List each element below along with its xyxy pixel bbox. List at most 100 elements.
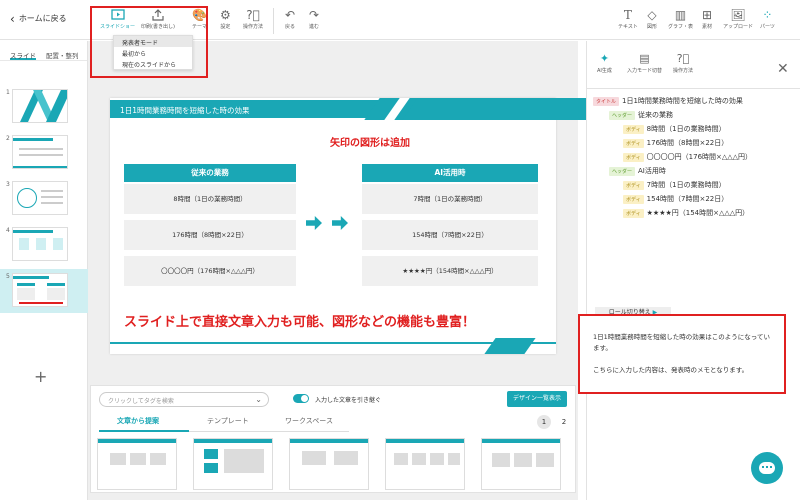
notes-line-2: こちらに入力した内容は、発表時のメモとなります。 (593, 366, 749, 374)
slide-thumb-3[interactable]: 3 (0, 181, 88, 221)
outline-item[interactable]: ボディ 〇〇〇〇円（176時間×△△△円） (623, 151, 752, 163)
shapes-tool-button[interactable]: ◇ 図形 (647, 9, 657, 30)
slide-number: 5 (6, 273, 10, 280)
gear-icon: ⚙ (220, 8, 231, 22)
tag-header: ヘッダー (609, 110, 636, 120)
slide-thumbnail (12, 135, 68, 169)
slide-number: 4 (6, 227, 10, 234)
right-cell-2[interactable]: 154時間（7時間×22日） (362, 220, 538, 250)
slide-thumbnail (12, 273, 68, 307)
slide-thumbnail (12, 89, 68, 123)
chevron-left-icon: ‹ (10, 11, 15, 26)
slide-number: 1 (6, 89, 10, 96)
tab-arrange[interactable]: 配置・整列 (46, 50, 79, 60)
right-cell-3[interactable]: ★★★★円（154時間×△△△円） (362, 256, 538, 286)
left-cell-3[interactable]: 〇〇〇〇円（176時間×△△△円） (124, 256, 296, 286)
back-home-label: ホームに戻る (18, 14, 67, 23)
text-tool-button[interactable]: T テキスト (618, 9, 638, 30)
notes-line-1: 1日1時間業務時間を短縮した時の効果はこのようになっています。 (593, 333, 770, 352)
tab-template[interactable]: テンプレート (207, 416, 249, 426)
outline-item[interactable]: タイトル 1日1時間業務時間を短縮した時の効果 (593, 95, 743, 107)
template-card-1[interactable] (97, 438, 177, 490)
tag-body: ボディ (623, 180, 644, 190)
outline-item[interactable]: ボディ 176時間（8時間×22日） (623, 137, 728, 149)
settings-button[interactable]: ⚙ 設定 (220, 9, 231, 30)
redo-icon: ↷ (309, 8, 320, 22)
tab-workspace[interactable]: ワークスペース (285, 416, 333, 426)
side-help-button[interactable]: ?⃝ 操作方法 (673, 53, 693, 74)
right-column-header[interactable]: AI活用時 (362, 164, 538, 182)
upload-tool-button[interactable]: 🖼 アップロード (723, 9, 753, 30)
template-card-3[interactable] (289, 438, 369, 490)
right-cell-1[interactable]: 7時間（1日の業務時間） (362, 184, 538, 214)
outline-item[interactable]: ヘッダー 従来の業務 (609, 109, 673, 121)
template-card-4[interactable] (385, 438, 465, 490)
left-column-header[interactable]: 従来の業務 (124, 164, 296, 182)
redo-button[interactable]: ↷ 進む (309, 9, 319, 30)
ai-generate-button[interactable]: ✦ AI生成 (597, 53, 612, 74)
help-button[interactable]: ?⃝ 操作方法 (243, 9, 263, 30)
template-card-5[interactable] (481, 438, 561, 490)
slide-list-panel: スライド 配置・整列 1 2 3 4 5 + (0, 41, 88, 500)
assets-tool-button[interactable]: ⊞ 素材 (702, 9, 712, 30)
arrow-shape-1[interactable] (306, 216, 322, 230)
undo-button[interactable]: ↶ 戻る (285, 9, 295, 30)
tag-search-placeholder: クリックしてタグを検索 (108, 398, 174, 405)
outline-item[interactable]: ボディ ★★★★円（154時間×△△△円） (623, 207, 749, 219)
slide-thumb-2[interactable]: 2 (0, 135, 88, 175)
parts-tool-button[interactable]: ⁘ パーツ (760, 9, 775, 30)
outline-item[interactable]: ボディ 8時間（1日の業務時間） (623, 123, 726, 135)
chat-support-button[interactable] (751, 452, 783, 484)
outline-item[interactable]: ボディ 7時間（1日の業務時間） (623, 179, 726, 191)
chat-icon (759, 462, 775, 474)
input-mode-button[interactable]: ▤ 入力モード切替 (627, 53, 662, 74)
arrow-shape-2[interactable] (332, 216, 348, 230)
page-2-button[interactable]: 2 (557, 415, 571, 429)
menu-item-from-start[interactable]: 最初から (114, 47, 192, 58)
page-1-button[interactable]: 1 (537, 415, 551, 429)
tab-from-text[interactable]: 文章から提案 (117, 416, 159, 426)
slide-thumb-5[interactable]: 5 (0, 269, 88, 313)
undo-icon: ↶ (285, 8, 296, 22)
upload-icon: 🖼 (730, 8, 746, 22)
annotation-feature-note: スライド上で直接文章入力も可能、図形などの機能も豊富！ (124, 315, 476, 330)
annotation-arrow-note: 矢印の図形は追加 (330, 138, 410, 149)
tag-search-input[interactable]: クリックしてタグを検索 ⌄ (99, 392, 269, 407)
slide-thumb-4[interactable]: 4 (0, 227, 88, 267)
outline-item[interactable]: ボディ 154時間（7時間×22日） (623, 193, 728, 205)
left-cell-1[interactable]: 8時間（1日の業務時間） (124, 184, 296, 214)
tag-body: ボディ (623, 124, 644, 134)
speaker-notes-field[interactable]: 1日1時間業務時間を短縮した時の効果はこのようになっています。 こちらに入力した… (578, 314, 786, 394)
tag-header: ヘッダー (609, 166, 636, 176)
ai-side-panel: ✦ AI生成 ▤ 入力モード切替 ?⃝ 操作方法 ✕ タイトル 1日1時間業務時… (586, 41, 800, 500)
close-icon[interactable]: ✕ (777, 61, 789, 77)
back-home-button[interactable]: ‹ ホームに戻る (10, 11, 67, 26)
text-icon: T (623, 8, 632, 22)
menu-item-presenter-mode[interactable]: 発表者モード (114, 36, 192, 47)
inherit-text-label: 入力した文章を引き継ぐ (315, 397, 382, 404)
tag-body: ボディ (623, 152, 644, 162)
shapes-icon: ◇ (647, 8, 657, 22)
slide-title[interactable]: 1日1時間業務時間を短縮した時の効果 (120, 105, 250, 116)
add-slide-button[interactable]: + (34, 367, 47, 386)
sparkle-icon: ✦ (599, 52, 610, 65)
slide-thumbnail (12, 227, 68, 261)
slide-thumb-1[interactable]: 1 (0, 89, 88, 129)
chart-tool-button[interactable]: ▥ グラフ・表 (668, 9, 693, 30)
outline-item[interactable]: ヘッダー AI活用時 (609, 165, 666, 177)
side-panel-toolbar: ✦ AI生成 ▤ 入力モード切替 ?⃝ 操作方法 ✕ (587, 41, 800, 89)
tab-slides[interactable]: スライド (10, 50, 36, 60)
slide-footer-line (110, 342, 556, 344)
left-panel-tabs: スライド 配置・整列 (0, 41, 87, 61)
design-tabs: 文章から提案 テンプレート ワークスペース (99, 412, 569, 432)
template-card-2[interactable] (193, 438, 273, 490)
slide-canvas[interactable]: 1日1時間業務時間を短縮した時の効果 矢印の図形は追加 従来の業務 8時間（1日… (110, 98, 618, 354)
help-icon: ?⃝ (246, 8, 260, 22)
left-cell-2[interactable]: 176時間（8時間×22日） (124, 220, 296, 250)
design-suggestion-panel: クリックしてタグを検索 ⌄ 入力した文章を引き継ぐ デザイン一覧表示 文章から提… (90, 385, 576, 493)
menu-item-from-current[interactable]: 現在のスライドから (114, 58, 192, 69)
design-list-button[interactable]: デザイン一覧表示 (507, 391, 567, 407)
chevron-down-icon: ⌄ (255, 395, 262, 404)
inherit-text-toggle[interactable] (293, 394, 309, 403)
slideshow-dropdown-menu: 発表者モード 最初から 現在のスライドから (113, 35, 193, 70)
